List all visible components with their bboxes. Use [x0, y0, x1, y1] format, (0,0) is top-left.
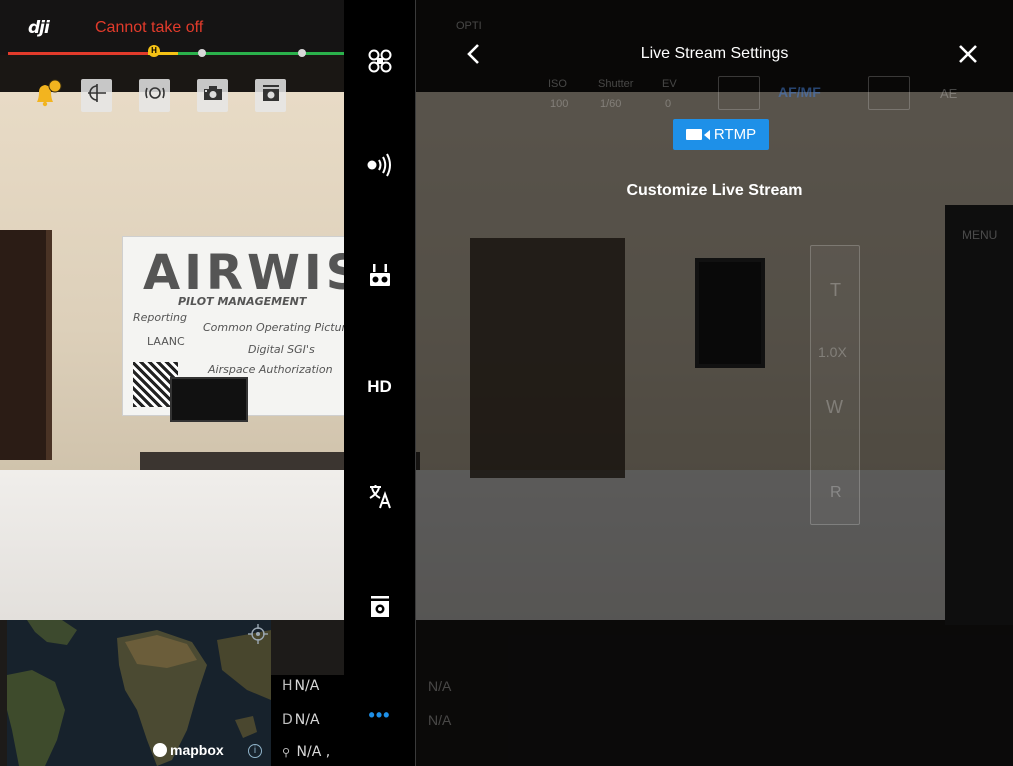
bar-dot — [198, 49, 206, 57]
world-map-image — [7, 620, 271, 766]
obstacle-sensing-button[interactable] — [81, 79, 112, 112]
close-button[interactable] — [956, 42, 980, 66]
camera-capture-icon — [202, 82, 224, 109]
close-icon — [956, 45, 980, 70]
settings-sidebar: HD ••• — [344, 0, 415, 766]
info-icon[interactable]: i — [248, 744, 262, 758]
camera-icon — [368, 594, 392, 620]
sidebar-item-aircraft[interactable] — [344, 36, 415, 86]
banner-line: Digital SGI's — [248, 343, 315, 356]
camera-settings-button[interactable] — [255, 79, 286, 112]
more-icon: ••• — [368, 704, 391, 725]
home-marker: H — [148, 45, 160, 57]
telemetry-gps: ⚲ N/A , — [282, 744, 331, 760]
flight-status[interactable]: Cannot take off — [95, 19, 203, 37]
map-locate-icon[interactable] — [248, 624, 268, 644]
sidebar-item-language[interactable] — [344, 472, 415, 522]
telemetry-distance: D N/A — [282, 712, 320, 728]
sidebar-item-hd[interactable]: HD — [344, 362, 415, 412]
camera-settings-icon — [260, 82, 282, 109]
mini-map[interactable] — [7, 620, 271, 766]
mapbox-logo-icon — [153, 743, 167, 757]
banner-line: LAANC — [147, 335, 185, 348]
telemetry-height: H N/A — [282, 678, 320, 694]
dji-logo[interactable]: dji — [28, 18, 50, 38]
notification-bell-icon[interactable] — [33, 78, 63, 108]
focus-target-button[interactable] — [139, 79, 170, 112]
battery-critical-segment — [8, 52, 148, 55]
camera-capture-button[interactable] — [197, 79, 228, 112]
banner-line: Airspace Authorization — [208, 363, 333, 376]
banner-line: PILOT MANAGEMENT — [178, 295, 307, 308]
aircraft-icon — [367, 48, 393, 74]
focus-target-icon — [144, 82, 166, 109]
banner-line: Reporting — [133, 311, 187, 324]
banner-brand: AIRWIS — [143, 245, 365, 301]
video-camera-lens-icon — [703, 129, 710, 140]
language-icon — [368, 484, 392, 510]
rtmp-button[interactable]: RTMP — [673, 119, 769, 150]
video-camera-icon — [685, 129, 702, 140]
signal-icon — [366, 153, 394, 177]
page-title: Live Stream Settings — [640, 45, 789, 62]
sidebar-item-signal[interactable] — [344, 140, 415, 190]
sidebar-item-more[interactable]: ••• — [344, 690, 415, 740]
bar-dot — [298, 49, 306, 57]
hd-video-icon: HD — [367, 377, 392, 396]
obstacle-sensing-icon — [86, 82, 108, 109]
monitor — [170, 377, 248, 422]
location-pin-icon: ⚲ — [282, 746, 291, 759]
sidebar-item-remote[interactable] — [344, 250, 415, 300]
banner-line: Common Operating Picture — [203, 321, 353, 334]
rtmp-label: RTMP — [713, 126, 757, 143]
remote-controller-icon — [368, 262, 392, 288]
door — [0, 230, 52, 460]
sidebar-item-camera[interactable] — [344, 582, 415, 632]
mapbox-attribution[interactable]: mapbox — [153, 742, 224, 758]
live-stream-settings-panel: Live Stream Settings RTMP Customize Live… — [416, 0, 1013, 766]
customize-live-stream-link[interactable]: Customize Live Stream — [416, 182, 1013, 200]
